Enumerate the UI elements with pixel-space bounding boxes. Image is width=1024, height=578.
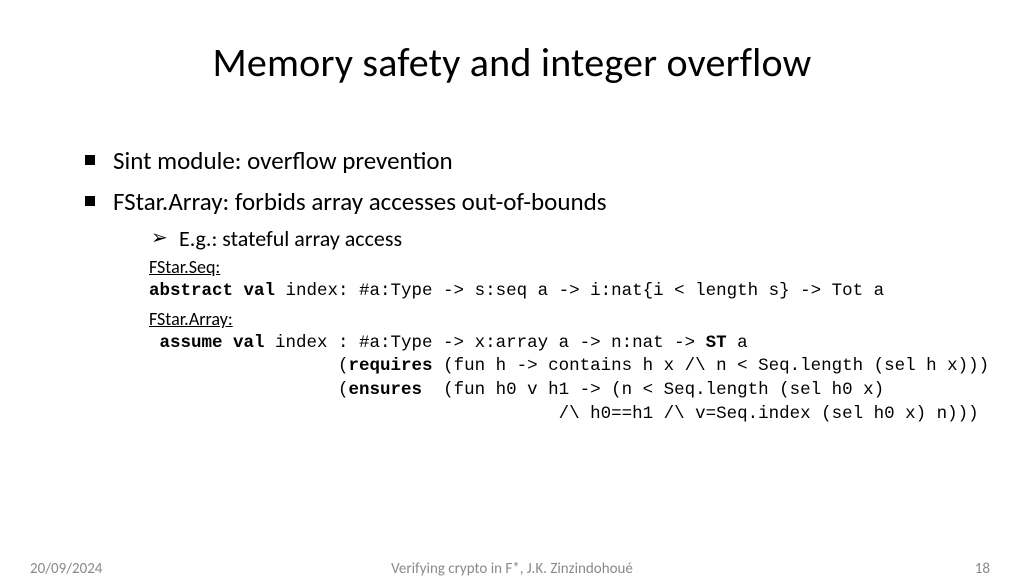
code-line-4: (ensures (fun h0 v h1 -> (n < Seq.length… <box>149 379 969 403</box>
label-fstar-seq: FStar.Seq: <box>149 256 969 278</box>
bullet-sint: Sint module: overflow prevention <box>85 145 969 176</box>
bullet-fstar-array-text: FStar.Array: forbids array accesses out-… <box>113 186 607 217</box>
code-line-3: (requires (fun h -> contains h x /\ n < … <box>149 355 969 379</box>
bullet-fstar-array: FStar.Array: forbids array accesses out-… <box>85 186 969 426</box>
code-block: FStar.Seq: abstract val index: #a:Type -… <box>113 256 969 426</box>
footer-page: 18 <box>975 560 990 578</box>
code-line-5: /\ h0==h1 /\ v=Seq.index (sel h0 x) n))) <box>149 403 969 427</box>
slide-title: Memory safety and integer overflow <box>55 38 969 87</box>
code-line-1: abstract val index: #a:Type -> s:seq a -… <box>149 280 969 304</box>
sub-bullet-eg: E.g.: stateful array access <box>151 225 969 252</box>
footer-title: Verifying crypto in F*, J.K. Zinzindohou… <box>0 560 1024 578</box>
label-fstar-array: FStar.Array: <box>149 308 969 330</box>
code-line-2: assume val index : #a:Type -> x:array a … <box>149 332 969 356</box>
